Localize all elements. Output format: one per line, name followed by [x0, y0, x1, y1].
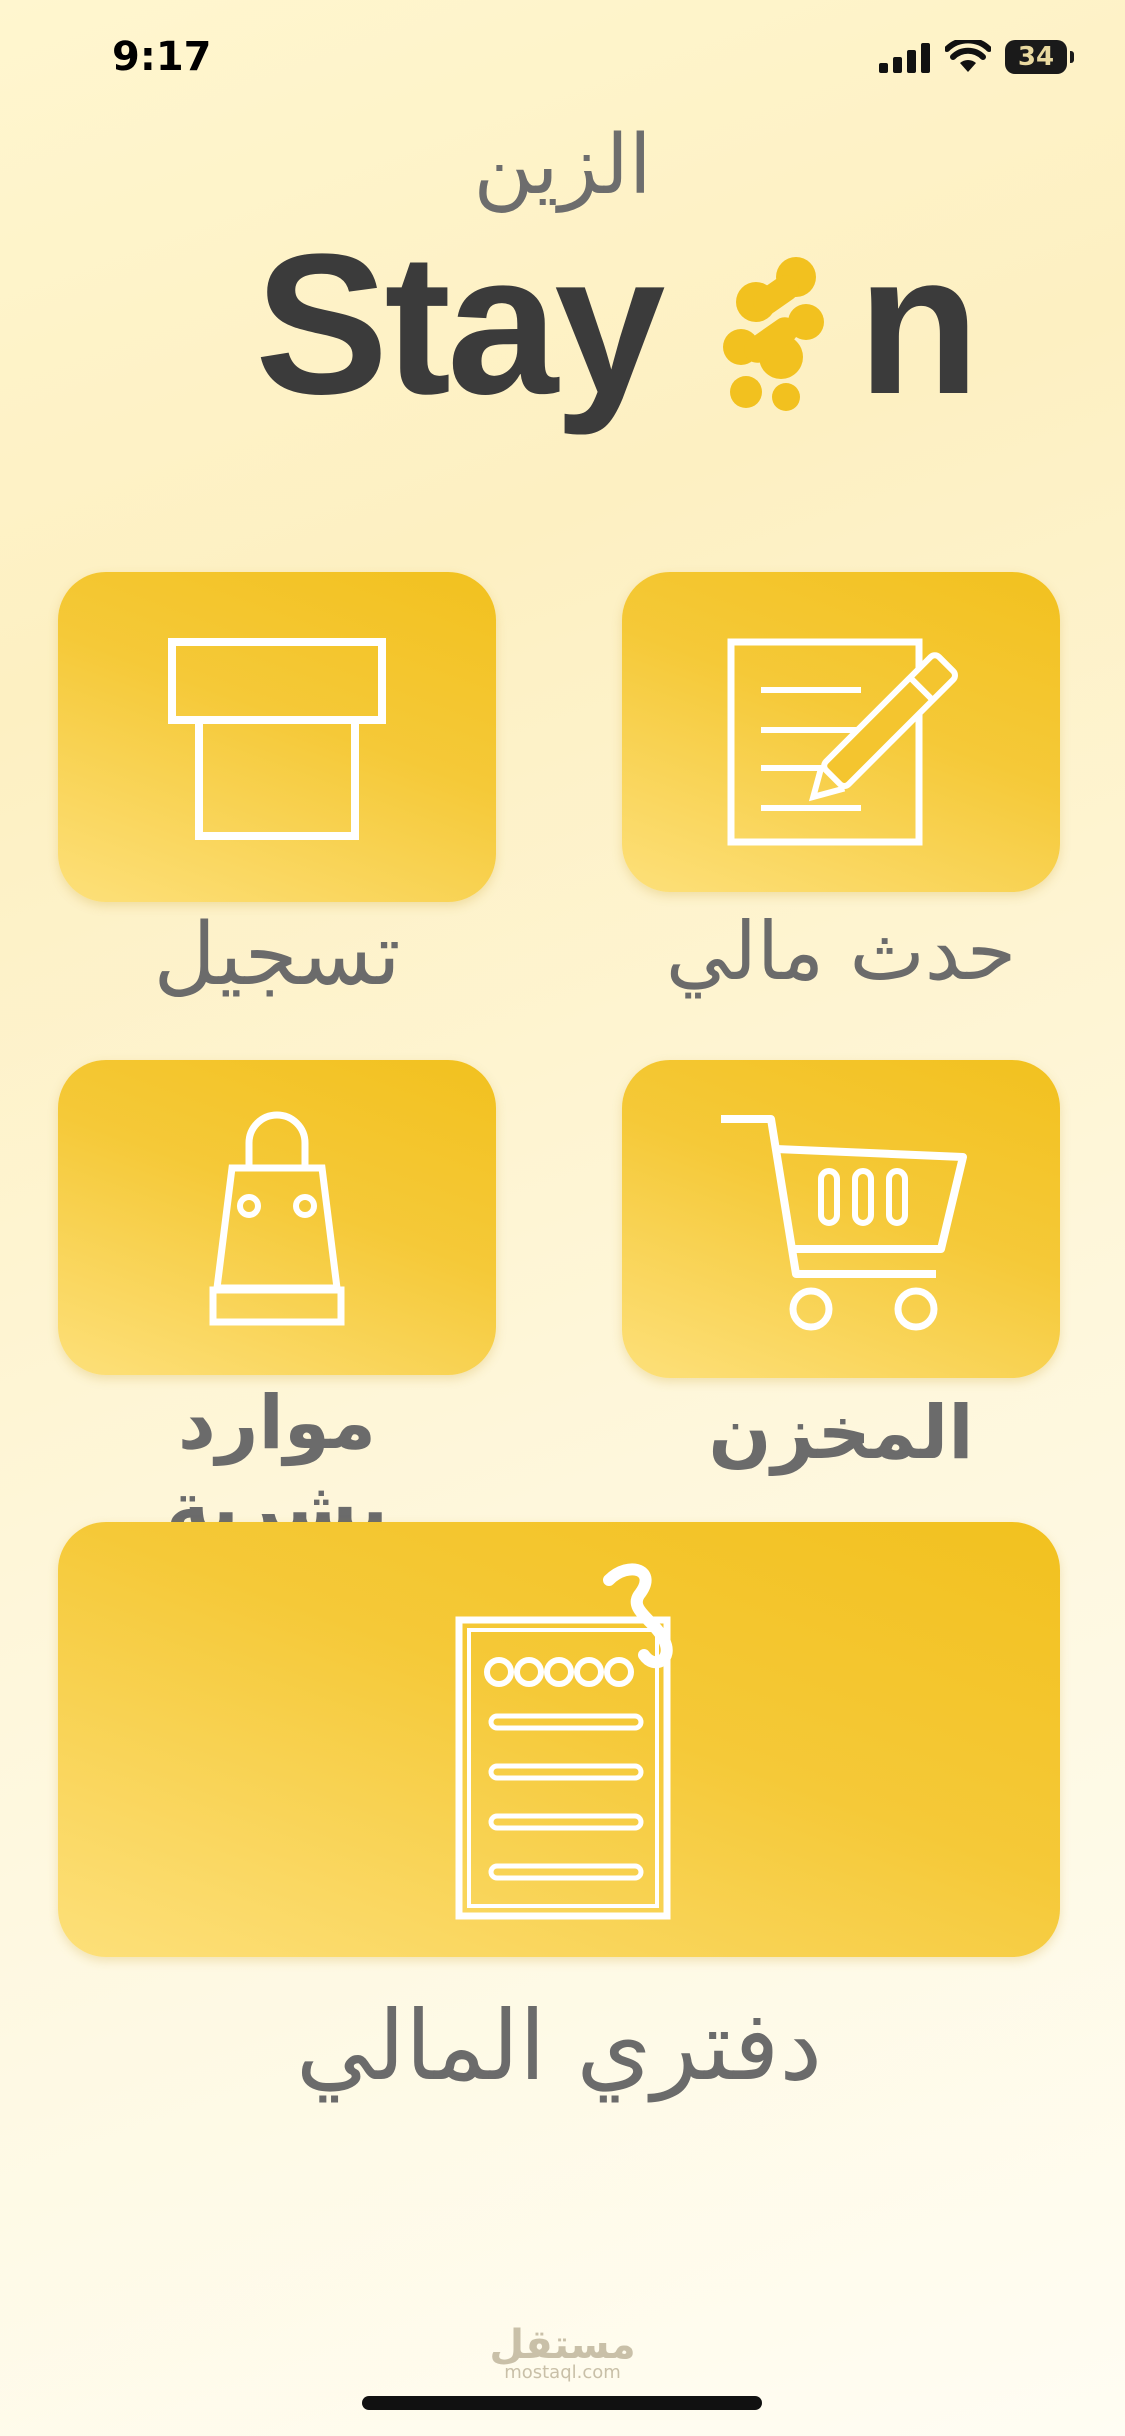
brand-logo-left: Stay	[255, 213, 665, 436]
warehouse-label: المخزن	[708, 1390, 974, 1476]
brand-arabic-name: الزين	[473, 118, 652, 213]
warehouse-tile[interactable]	[622, 1060, 1060, 1378]
box-icon	[168, 638, 386, 840]
signal-icon	[879, 43, 930, 73]
brand-dots-icon	[723, 257, 825, 411]
my-ledger-tile[interactable]	[58, 1522, 1060, 1957]
home-indicator[interactable]	[362, 2396, 762, 2410]
watermark-latin: mostaql.com	[504, 2362, 621, 2383]
my-ledger-label: دفتري المالي	[295, 1990, 823, 2102]
ledger-icon	[455, 1562, 673, 1919]
watermark: مستقل mostaql.com	[0, 2322, 1125, 2383]
wifi-icon	[945, 40, 991, 72]
brand-logo-right: n	[857, 213, 980, 436]
registration-label: تسجيل	[153, 905, 401, 1005]
status-icons: 34	[879, 40, 1074, 74]
cart-icon	[721, 1115, 967, 1331]
registration-tile[interactable]	[58, 572, 496, 902]
financial-event-tile[interactable]	[622, 572, 1060, 892]
brand-logo: Stay n	[255, 225, 980, 425]
financial-event-label: حدث مالي	[665, 905, 1017, 998]
battery-indicator: 34	[1005, 40, 1074, 74]
shopping-bag-icon	[209, 1111, 345, 1325]
human-resources-tile[interactable]	[58, 1060, 496, 1375]
status-time: 9:17	[112, 34, 212, 80]
document-pen-icon	[727, 638, 958, 846]
